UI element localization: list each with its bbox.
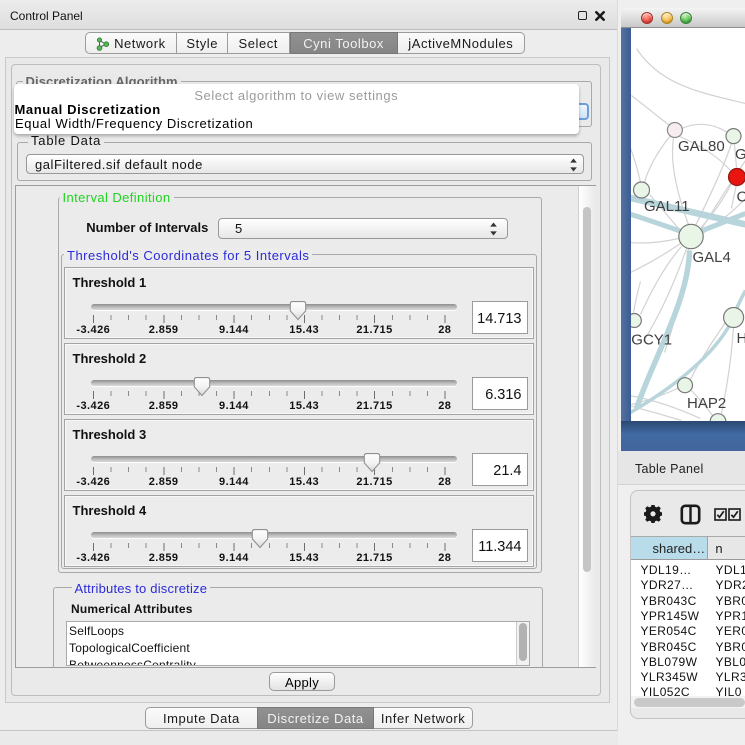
svg-text:CY: CY <box>736 188 745 205</box>
svg-text:GAL11: GAL11 <box>644 198 690 215</box>
svg-text:GAL: GAL <box>735 146 745 163</box>
svg-text:GAL4: GAL4 <box>692 249 730 266</box>
svg-text:HAP2: HAP2 <box>687 395 726 412</box>
svg-text:GCY1: GCY1 <box>631 331 672 348</box>
svg-text:GAL80: GAL80 <box>678 138 725 155</box>
svg-text:HIS: HIS <box>736 330 745 347</box>
